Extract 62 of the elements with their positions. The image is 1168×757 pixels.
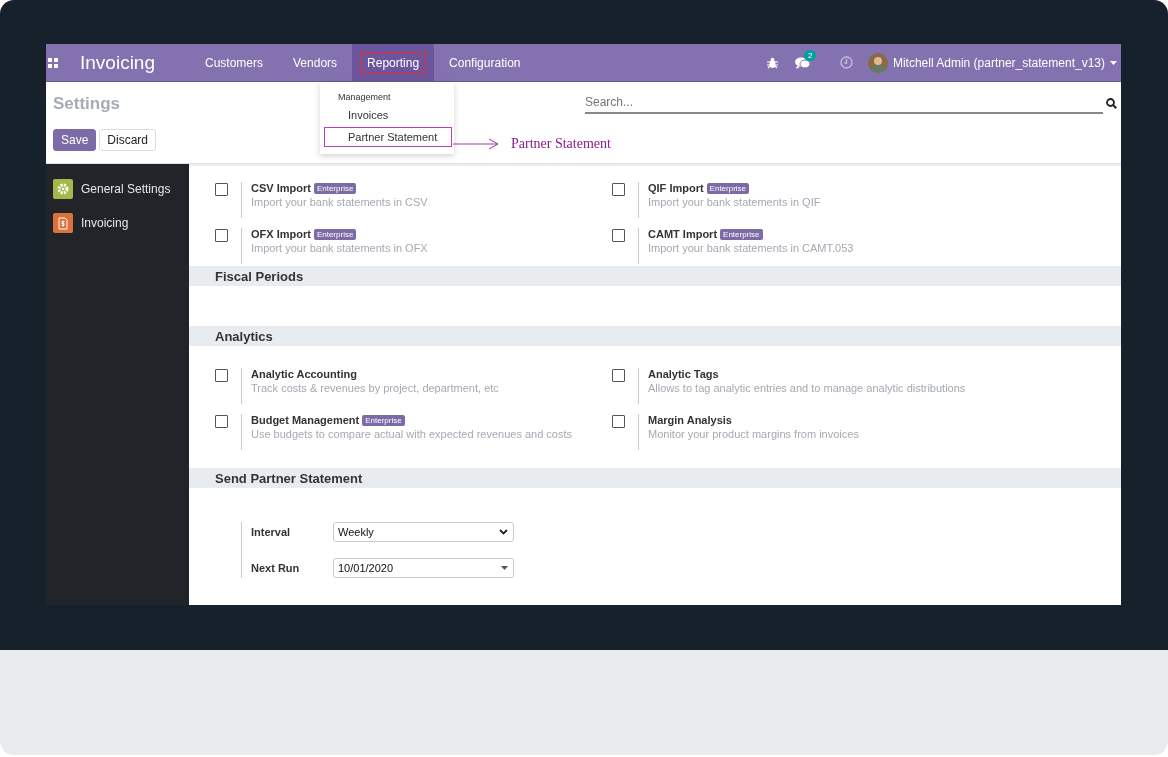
- search-field[interactable]: Search...: [585, 92, 1103, 114]
- checkbox[interactable]: [612, 369, 625, 382]
- enterprise-badge: Enterprise: [706, 182, 750, 194]
- interval-select[interactable]: Weekly: [333, 522, 514, 542]
- enterprise-badge: Enterprise: [362, 414, 405, 426]
- setting-title: Analytic Accounting: [251, 368, 357, 380]
- checkbox[interactable]: [612, 183, 625, 196]
- setting-title: OFX Import: [251, 228, 311, 240]
- enterprise-badge: Enterprise: [313, 228, 357, 240]
- setting-description: Import your bank statements in OFX: [251, 242, 428, 254]
- dropdown-item[interactable]: Invoices: [324, 105, 452, 125]
- menu-item[interactable]: Customers: [190, 44, 278, 81]
- section-title: Analytics: [215, 328, 273, 344]
- checkbox[interactable]: [612, 415, 625, 428]
- enterprise-badge: Enterprise: [313, 182, 357, 194]
- chevron-down-icon: [499, 529, 508, 535]
- caret-icon: [501, 566, 508, 570]
- save-button[interactable]: Save: [53, 129, 97, 151]
- setting-description: Track costs & revenues by project, department, etc: [251, 382, 499, 394]
- checkbox[interactable]: [215, 229, 228, 242]
- menu-item[interactable]: Configuration: [434, 44, 536, 81]
- setting-title: QIF Import: [648, 182, 704, 194]
- chat-icon: [794, 56, 810, 69]
- annotation-arrow: [453, 138, 499, 150]
- user-menu[interactable]: Mitchell Admin (partner_statement_v13): [867, 52, 1121, 73]
- message-count-badge: 2: [803, 49, 817, 61]
- sidebar-item[interactable]: General Settings: [46, 179, 189, 199]
- menu-item[interactable]: Vendors: [278, 44, 353, 81]
- section-title: Fiscal Periods: [215, 268, 304, 284]
- bug-icon[interactable]: [766, 56, 778, 69]
- annotation-label: Partner Statement: [511, 136, 611, 152]
- enterprise-badge: Enterprise: [720, 228, 763, 240]
- checkbox[interactable]: [612, 229, 625, 242]
- app-title: Invoicing: [80, 51, 156, 74]
- section-title: Send Partner Statement: [215, 470, 363, 486]
- setting-description: Import your bank statements in CSV: [251, 196, 428, 208]
- checkbox[interactable]: [215, 183, 228, 196]
- checkbox[interactable]: [215, 415, 228, 428]
- setting-description: Allows to tag analytic entries and to manage analytic distributions: [648, 382, 966, 394]
- discard-button[interactable]: Discard: [99, 129, 157, 151]
- setting-description: Import your bank statements in QIF: [648, 196, 821, 208]
- apps-menu-icon[interactable]: [48, 57, 58, 68]
- dropdown-item[interactable]: Partner Statement: [324, 127, 452, 147]
- setting-title: CSV Import: [251, 182, 311, 194]
- field-label: Interval: [251, 526, 292, 538]
- setting-description: Use budgets to compare actual with expected revenues and costs: [251, 428, 573, 440]
- caret-icon: [1110, 60, 1117, 65]
- date-field[interactable]: 10/01/2020: [333, 558, 514, 578]
- avatar-icon: [867, 52, 888, 73]
- setting-description: Monitor your product margins from invoices: [648, 428, 859, 440]
- setting-title: CAMT Import: [648, 228, 718, 240]
- dropdown-section-title: Management: [337, 92, 392, 102]
- field-label: Next Run: [251, 562, 301, 574]
- setting-title: Analytic Tags: [648, 368, 719, 380]
- search-icon[interactable]: [1106, 97, 1117, 109]
- setting-title: Margin Analysis: [648, 414, 732, 426]
- setting-title: Budget Management: [251, 414, 360, 426]
- menu-item[interactable]: Reporting: [352, 44, 435, 81]
- setting-description: Import your bank statements in CAMT.053: [648, 242, 854, 254]
- breadcrumb-title: Settings: [53, 94, 122, 114]
- checkbox[interactable]: [215, 369, 228, 382]
- sidebar-item[interactable]: Invoicing: [46, 213, 189, 233]
